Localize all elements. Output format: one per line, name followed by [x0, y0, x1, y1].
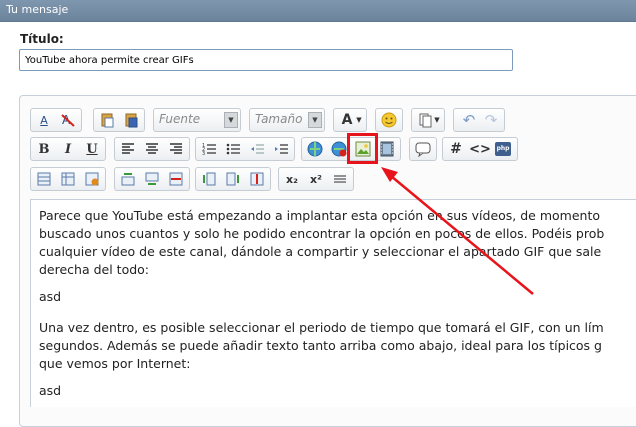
editor-content[interactable]: Parece que YouTube está empezando a impl…: [30, 199, 636, 407]
table-icon[interactable]: [35, 170, 53, 188]
paragraph-line: derecha del todo:: [39, 262, 150, 277]
smiley-icon[interactable]: [380, 111, 398, 129]
chevron-down-icon: ▼: [308, 112, 322, 128]
font-select[interactable]: Fuente ▼: [153, 108, 241, 132]
toolbar-row-2: B I U 123 # <> php: [20, 137, 636, 163]
quote-icon[interactable]: [414, 140, 432, 158]
unordered-list-icon[interactable]: [224, 140, 242, 158]
section-header: Tu mensaje: [0, 0, 636, 22]
toolbar-row-1: A A Fuente ▼ Tamaño ▼: [20, 108, 636, 134]
delete-row-icon[interactable]: [167, 170, 185, 188]
svg-text:3: 3: [202, 151, 205, 156]
insert-link-icon[interactable]: [306, 140, 324, 158]
paragraph-2: Una vez dentro, es posible seleccionar e…: [39, 319, 636, 373]
subscript-button[interactable]: x₂: [283, 170, 301, 188]
paste-word-icon[interactable]: [122, 111, 140, 129]
insert-col-before-icon[interactable]: [200, 170, 218, 188]
title-label: Título:: [20, 32, 64, 46]
align-center-icon[interactable]: [143, 140, 161, 158]
undo-icon[interactable]: ↶: [460, 111, 478, 129]
outdent-icon[interactable]: [248, 140, 266, 158]
delete-col-icon[interactable]: [248, 170, 266, 188]
font-format-icon[interactable]: A: [35, 111, 53, 129]
text-style-group: B I U: [30, 137, 106, 161]
underline-button[interactable]: U: [83, 140, 101, 158]
title-input[interactable]: [19, 49, 513, 71]
paragraph-1: Parece que YouTube está empezando a impl…: [39, 207, 636, 279]
row-group: [114, 167, 190, 191]
align-left-icon[interactable]: [119, 140, 137, 158]
table-group: [30, 167, 106, 191]
php-button[interactable]: php: [495, 142, 511, 156]
history-group: ↶ ↷: [453, 108, 505, 132]
italic-button[interactable]: I: [59, 140, 77, 158]
remove-link-icon[interactable]: [330, 140, 348, 158]
remove-format-icon[interactable]: A: [59, 111, 77, 129]
annotation-highlight-box: [347, 133, 378, 164]
script-group: x₂ x²: [278, 167, 354, 191]
paragraph-line: segundos. Además se puede añadir texto t…: [39, 338, 602, 353]
chevron-down-icon[interactable]: ▼: [354, 111, 364, 129]
align-right-icon[interactable]: [167, 140, 185, 158]
insert-video-icon[interactable]: [378, 140, 396, 158]
asd-line-1: asd: [39, 289, 62, 304]
chevron-down-icon: ▼: [224, 112, 238, 128]
horizontal-rule-icon[interactable]: [331, 170, 349, 188]
toolbar-row-3: x₂ x²: [20, 167, 636, 193]
delete-table-icon[interactable]: [83, 170, 101, 188]
size-select-value: Tamaño: [255, 112, 303, 126]
paragraph-line: cualquier vídeo de este canal, dándole a…: [39, 244, 602, 259]
clipboard-group: [93, 108, 145, 132]
template-group: ▼: [411, 108, 445, 132]
quote-group: [409, 137, 437, 161]
table-props-icon[interactable]: [59, 170, 77, 188]
bold-button[interactable]: B: [35, 140, 53, 158]
paragraph-line: Parece que YouTube está empezando a impl…: [39, 208, 601, 223]
ordered-list-icon[interactable]: 123: [200, 140, 218, 158]
font-color-group: A ▼: [333, 108, 367, 132]
asd-line-2: asd: [39, 383, 62, 398]
font-select-value: Fuente: [159, 112, 201, 126]
chevron-down-icon[interactable]: ▼: [432, 111, 442, 129]
code-button[interactable]: <>: [469, 140, 491, 158]
redo-icon[interactable]: ↷: [482, 111, 500, 129]
indent-icon[interactable]: [272, 140, 290, 158]
insert-row-after-icon[interactable]: [143, 170, 161, 188]
align-group: [114, 137, 190, 161]
insert-row-before-icon[interactable]: [119, 170, 137, 188]
list-group: 123: [195, 137, 295, 161]
hash-button[interactable]: #: [447, 140, 465, 158]
size-select[interactable]: Tamaño ▼: [249, 108, 325, 132]
paragraph-line: que vemos por Internet:: [39, 356, 191, 371]
column-group: [195, 167, 271, 191]
smiley-group: [375, 108, 403, 132]
paragraph-line: buscado unos cuantos y solo he podido en…: [39, 226, 605, 241]
paste-icon[interactable]: [98, 111, 116, 129]
paragraph-line: Una vez dentro, es posible seleccionar e…: [39, 320, 604, 335]
code-group: # <> php: [442, 137, 518, 161]
insert-col-after-icon[interactable]: [224, 170, 242, 188]
format-group: A A: [30, 108, 82, 132]
superscript-button[interactable]: x²: [307, 170, 325, 188]
section-title: Tu mensaje: [6, 3, 69, 16]
